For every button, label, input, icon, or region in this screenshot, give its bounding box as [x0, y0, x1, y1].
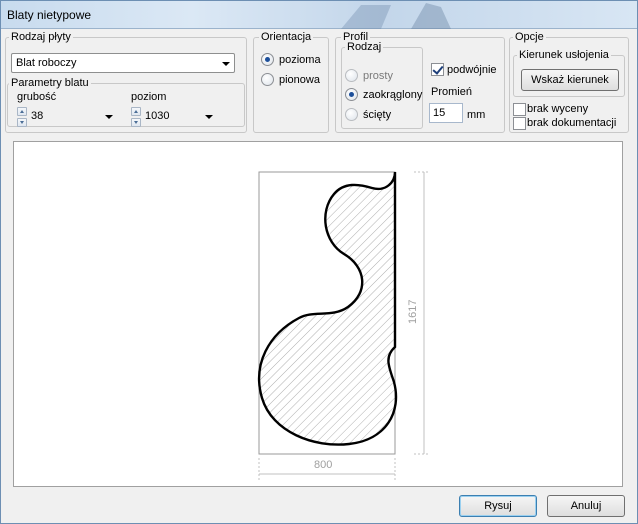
orientacja-pozioma-radio[interactable]	[261, 53, 274, 66]
orientacja-pionowa-radio[interactable]	[261, 73, 274, 86]
countertop-drawing: 800 1617	[257, 171, 430, 480]
orientacja-label: Orientacja	[259, 31, 314, 43]
rodzaj-plyty-value: Blat roboczy	[16, 57, 77, 69]
rodzaj-plyty-label: Rodzaj płyty	[9, 31, 73, 43]
profil-zaokraglony-label[interactable]: zaokrąglony	[363, 89, 422, 102]
window-title: Blaty nietypowe	[7, 8, 92, 22]
poziom-spinner[interactable]	[131, 107, 141, 127]
drawing-canvas[interactable]: 800 1617	[13, 141, 623, 487]
chevron-down-icon	[205, 115, 213, 119]
promien-input[interactable]: 15	[429, 103, 463, 123]
spinner-up-icon[interactable]	[131, 107, 141, 116]
titlebar-decoration	[341, 3, 451, 29]
kierunek-label: Kierunek usłojenia	[517, 49, 611, 61]
grubosc-select[interactable]: 38	[29, 107, 115, 127]
poziom-select[interactable]: 1030	[143, 107, 215, 127]
chevron-down-icon	[105, 115, 113, 119]
podwojnie-checkbox[interactable]	[431, 63, 444, 76]
poziom-label: poziom	[131, 91, 167, 103]
promien-value: 15	[433, 107, 446, 119]
title-bar[interactable]: Blaty nietypowe	[1, 1, 637, 29]
wskaz-kierunek-button[interactable]: Wskaż kierunek	[521, 69, 619, 91]
grubosc-value: 38	[31, 110, 44, 122]
promien-label: Promień	[431, 86, 472, 98]
grubosc-spinner[interactable]	[17, 107, 27, 127]
orientacja-pozioma-label[interactable]: pozioma	[279, 54, 321, 67]
brak-dokumentacji-checkbox[interactable]	[513, 117, 526, 130]
rysuj-button[interactable]: Rysuj	[459, 495, 537, 517]
profil-sciety-label[interactable]: ścięty	[363, 109, 391, 122]
spinner-up-icon[interactable]	[17, 107, 27, 116]
spinner-down-icon[interactable]	[131, 118, 141, 127]
brak-wyceny-checkbox[interactable]	[513, 103, 526, 116]
podwojnie-label[interactable]: podwójnie	[447, 64, 497, 77]
profil-prosty-label[interactable]: prosty	[363, 70, 393, 83]
rodzaj-plyty-select[interactable]: Blat roboczy	[11, 53, 235, 73]
promien-unit: mm	[467, 109, 486, 121]
brak-wyceny-label[interactable]: brak wyceny	[527, 103, 588, 116]
rodzaj-label: Rodzaj	[345, 41, 384, 53]
chevron-down-icon	[222, 62, 230, 66]
profil-prosty-radio[interactable]	[345, 69, 358, 82]
anuluj-button[interactable]: Anuluj	[547, 495, 625, 517]
parametry-blatu-label: Parametry blatu	[9, 77, 91, 89]
countertop-shape	[257, 171, 398, 446]
grubosc-label: grubość	[17, 91, 57, 103]
height-dimension-label: 1617	[407, 300, 419, 324]
poziom-value: 1030	[145, 110, 170, 122]
options-panel: Rodzaj płyty Blat roboczy Parametry blat…	[5, 31, 633, 137]
width-dimension-label: 800	[314, 459, 332, 471]
dialog-window: Blaty nietypowe Rodzaj płyty Blat robocz…	[0, 0, 638, 524]
brak-dokumentacji-label[interactable]: brak dokumentacji	[527, 117, 616, 130]
profil-zaokraglony-radio[interactable]	[345, 88, 358, 101]
profil-sciety-radio[interactable]	[345, 108, 358, 121]
opcje-label: Opcje	[513, 31, 546, 43]
spinner-down-icon[interactable]	[17, 118, 27, 127]
orientacja-pionowa-label[interactable]: pionowa	[279, 74, 320, 87]
